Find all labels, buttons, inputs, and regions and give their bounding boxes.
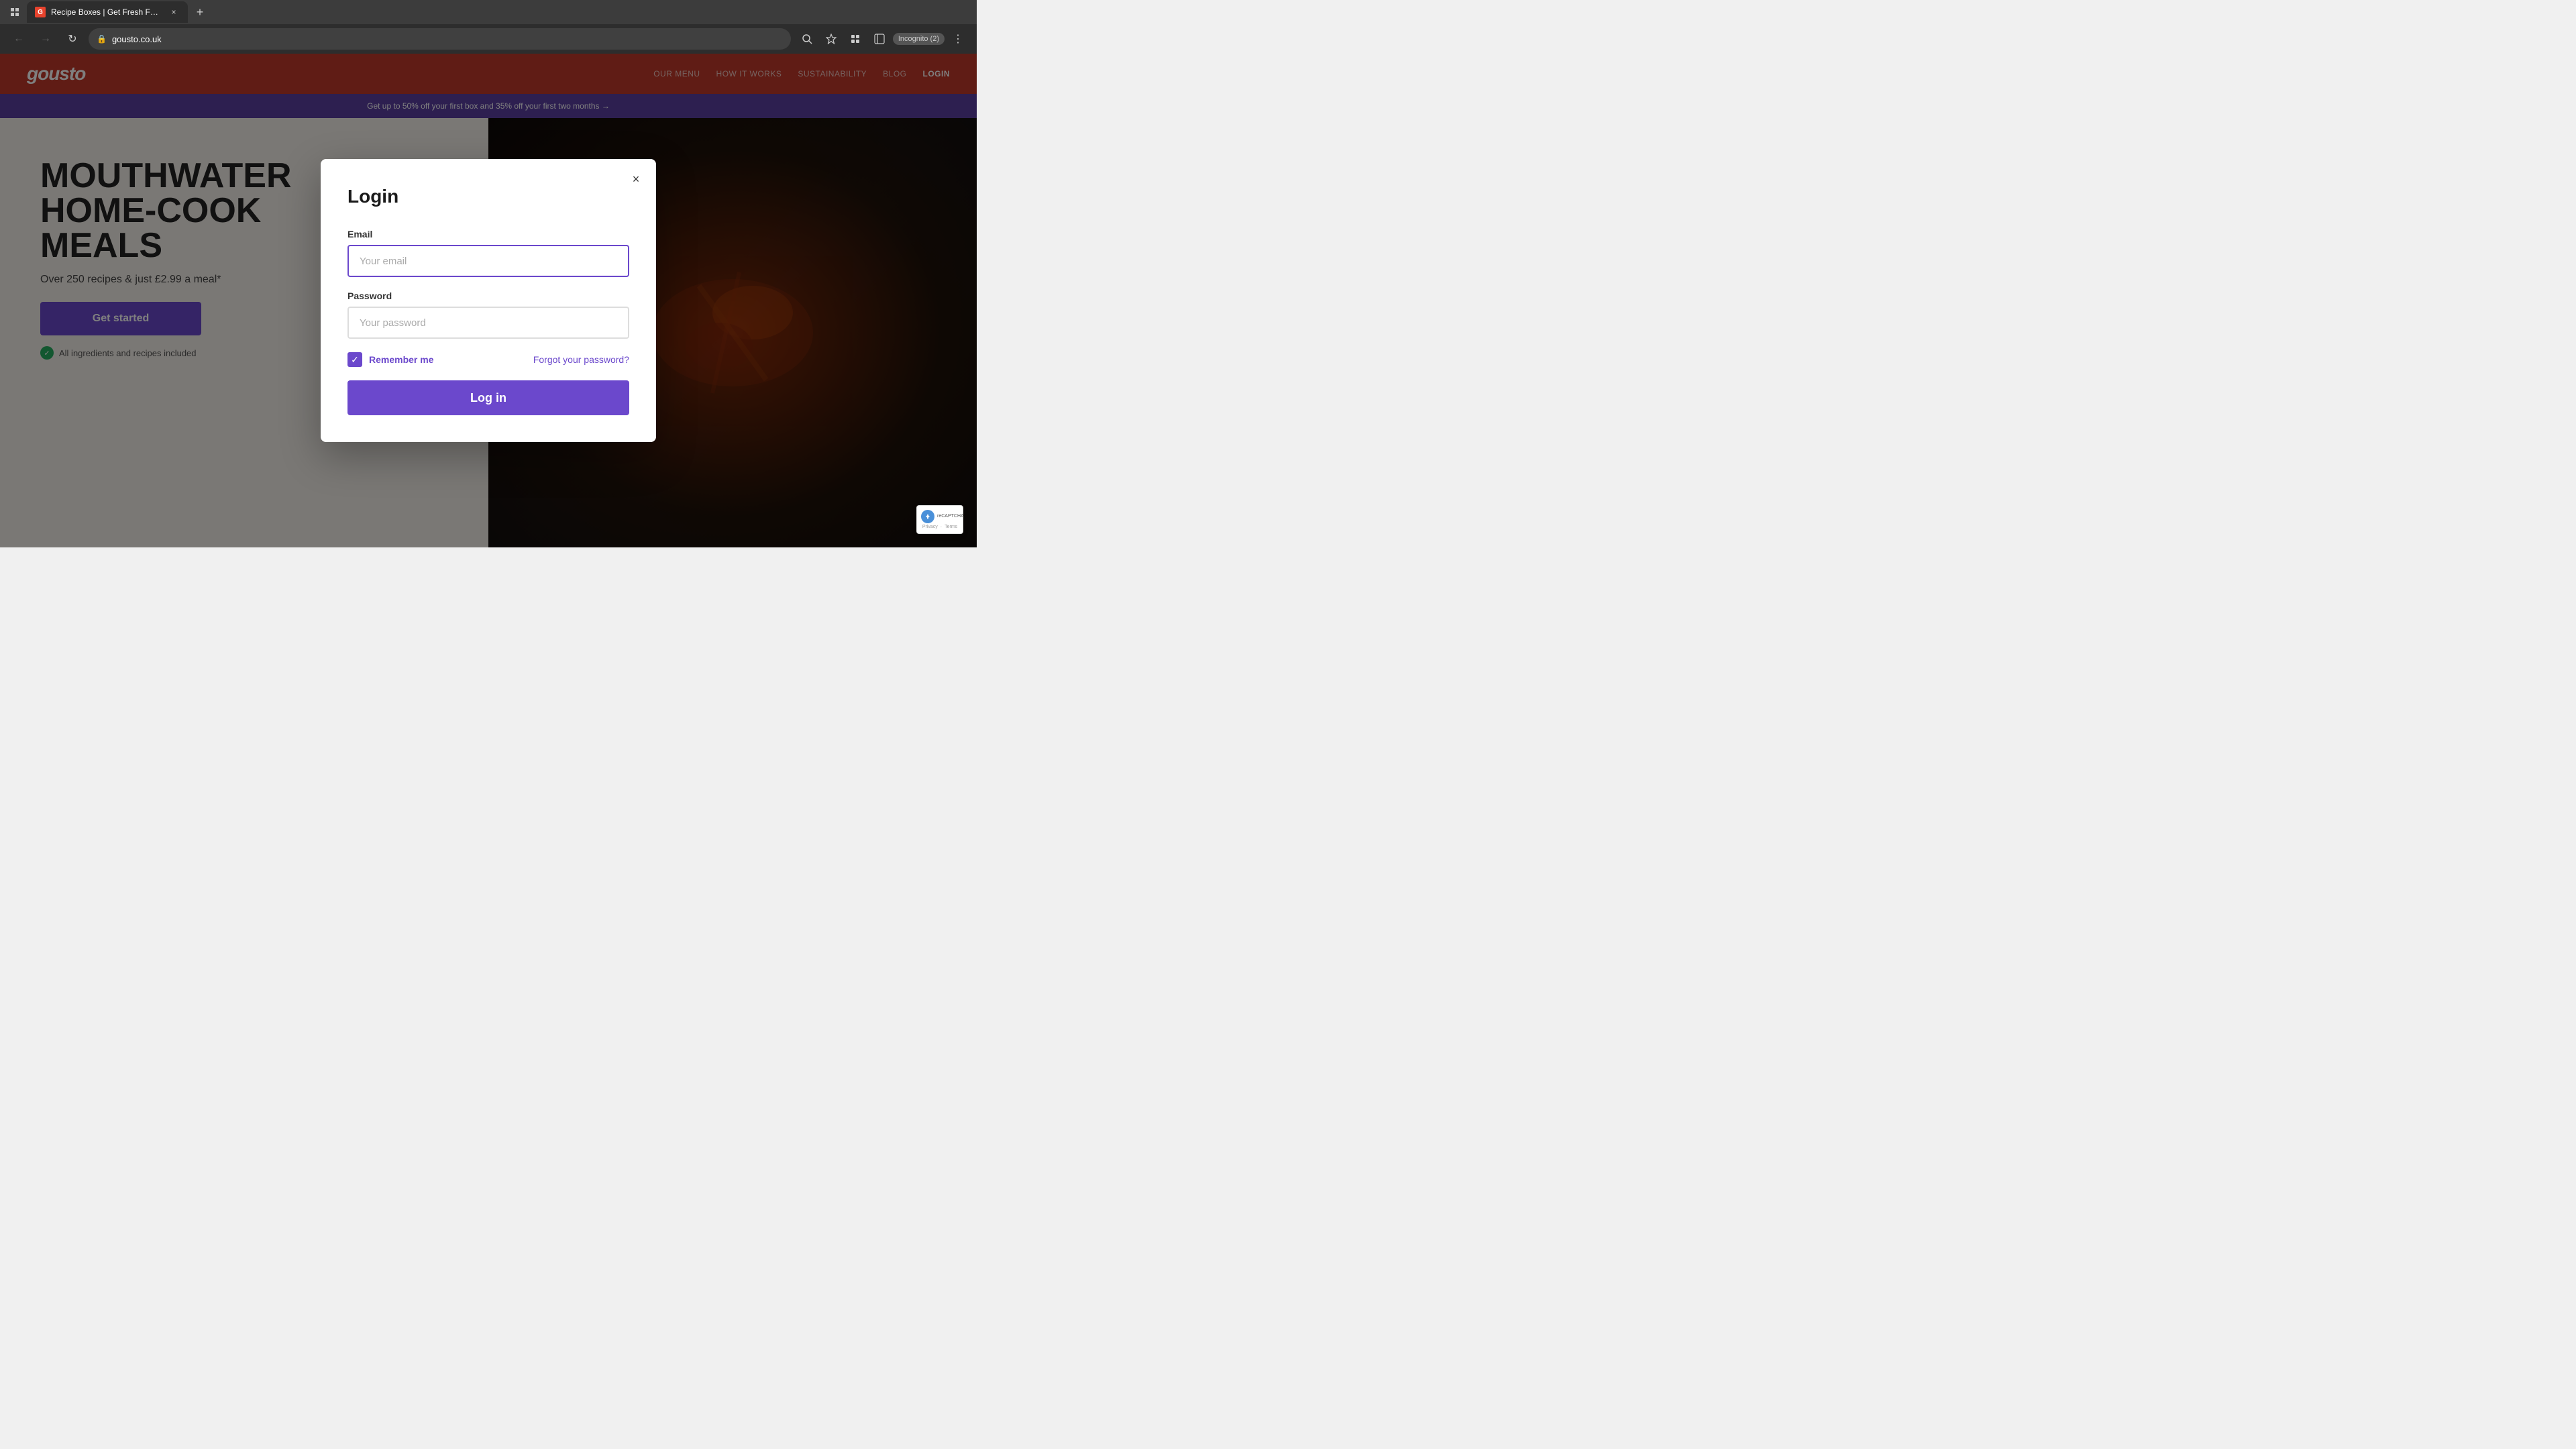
incognito-badge[interactable]: Incognito (2) xyxy=(893,33,945,45)
recaptcha-privacy-link[interactable]: Privacy xyxy=(922,525,938,529)
page-content: gousto OUR MENU HOW IT WORKS SUSTAINABIL… xyxy=(0,54,977,547)
remember-me-checkbox[interactable]: ✓ Remember me xyxy=(347,352,434,367)
forward-button[interactable]: → xyxy=(35,28,56,50)
tab-title: Recipe Boxes | Get Fresh Food ... xyxy=(51,7,162,17)
modal-title: Login xyxy=(347,186,629,207)
search-icon[interactable] xyxy=(796,28,818,50)
more-menu-icon[interactable]: ⋮ xyxy=(947,28,969,50)
login-modal: × Login Email Password ✓ Remember me For… xyxy=(321,159,656,442)
tab-bar: G Recipe Boxes | Get Fresh Food ... × + xyxy=(0,0,977,24)
active-tab[interactable]: G Recipe Boxes | Get Fresh Food ... × xyxy=(27,1,188,23)
checkbox-checked-icon: ✓ xyxy=(347,352,362,367)
recaptcha-text: reCAPTCHA xyxy=(937,514,964,519)
back-button[interactable]: ← xyxy=(8,28,30,50)
address-bar[interactable]: 🔒 gousto.co.uk xyxy=(89,28,791,50)
login-button[interactable]: Log in xyxy=(347,380,629,415)
recaptcha-terms-link[interactable]: Terms xyxy=(945,525,957,529)
url-text: gousto.co.uk xyxy=(112,34,783,44)
remember-forgot-row: ✓ Remember me Forgot your password? xyxy=(347,352,629,367)
modal-overlay: × Login Email Password ✓ Remember me For… xyxy=(0,54,977,547)
nav-bar: ← → ↻ 🔒 gousto.co.uk xyxy=(0,24,977,54)
lock-icon: 🔒 xyxy=(97,34,107,44)
password-form-group: Password xyxy=(347,290,629,339)
bookmark-star-icon[interactable] xyxy=(820,28,842,50)
recaptcha-logo xyxy=(921,510,934,523)
email-input[interactable] xyxy=(347,245,629,277)
modal-close-button[interactable]: × xyxy=(627,170,645,189)
password-label: Password xyxy=(347,290,629,301)
reload-button[interactable]: ↻ xyxy=(62,28,83,50)
tab-switcher[interactable] xyxy=(5,3,24,21)
password-input[interactable] xyxy=(347,307,629,339)
tab-close-button[interactable]: × xyxy=(168,6,180,18)
new-tab-button[interactable]: + xyxy=(191,3,209,21)
forgot-password-link[interactable]: Forgot your password? xyxy=(533,354,629,365)
extensions-icon[interactable] xyxy=(845,28,866,50)
remember-me-label: Remember me xyxy=(369,354,434,365)
recaptcha-inner: reCAPTCHA xyxy=(921,510,959,523)
recaptcha-badge: reCAPTCHA Privacy · Terms xyxy=(916,505,963,534)
email-form-group: Email xyxy=(347,229,629,277)
tab-favicon: G xyxy=(35,7,46,17)
sidebar-icon[interactable] xyxy=(869,28,890,50)
email-label: Email xyxy=(347,229,629,239)
browser-chrome: G Recipe Boxes | Get Fresh Food ... × + … xyxy=(0,0,977,54)
nav-actions: Incognito (2) ⋮ xyxy=(796,28,969,50)
recaptcha-links: Privacy · Terms xyxy=(921,525,959,529)
